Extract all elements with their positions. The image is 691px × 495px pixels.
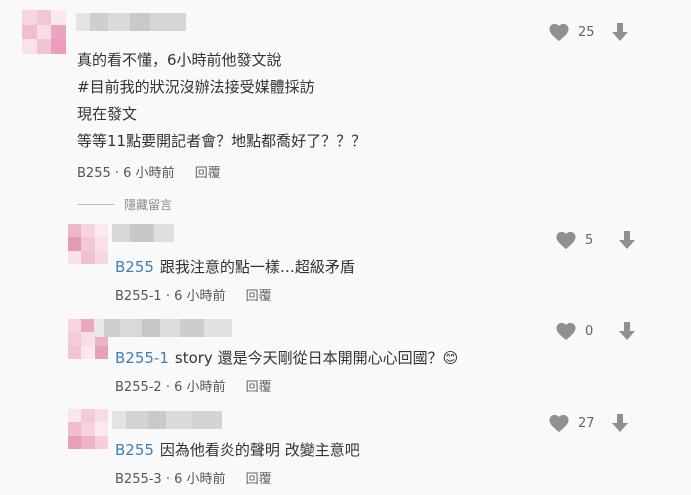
author-name-blurred[interactable] [94, 319, 232, 337]
reply-button[interactable]: 回覆 [246, 380, 272, 395]
avatar[interactable] [68, 409, 108, 449]
comment-time: 6 小時前 [123, 166, 175, 181]
comment-main: 真的看不懂，6小時前他發文說 #目前我的狀況沒辦法接受媒體採訪 現在發文 等等1… [0, 0, 691, 190]
thumb-down-arrow-icon[interactable] [617, 230, 637, 250]
reply-item: B255 因為他看炎的聲明 改變主意吧 B255-3 · 6 小時前 回覆 27 [0, 405, 691, 495]
divider-line [78, 204, 114, 205]
reply-text: B255-1 story 還是今天剛從日本開開心心回國？😊 [115, 349, 459, 367]
reply-meta: B255-3 · 6 小時前 回覆 [115, 472, 272, 487]
hide-replies-label: 隱藏留言 [124, 198, 173, 212]
heart-icon[interactable] [555, 321, 577, 341]
vote-controls: 5 [555, 230, 637, 250]
thumb-down-arrow-icon[interactable] [617, 321, 637, 341]
vote-controls: 27 [548, 413, 630, 433]
comment-line: 真的看不懂，6小時前他發文說 [77, 51, 282, 69]
avatar[interactable] [68, 224, 108, 264]
thumb-down-arrow-icon[interactable] [610, 22, 630, 42]
avatar[interactable] [22, 10, 66, 54]
mention-link[interactable]: B255 [115, 258, 154, 276]
thumb-down-arrow-icon[interactable] [610, 413, 630, 433]
reply-item: B255 跟我注意的點一樣…超級矛盾 B255-1 · 6 小時前 回覆 5 [0, 220, 691, 308]
comment-line: 等等11點要開記者會？地點都喬好了？？？ [77, 132, 367, 150]
comment-line: 現在發文 [77, 105, 138, 123]
vote-controls: 0 [555, 321, 637, 341]
author-name-blurred[interactable] [76, 13, 186, 31]
reply-button[interactable]: 回覆 [246, 472, 272, 487]
comment-line: #目前我的狀況沒辦法接受媒體採訪 [77, 78, 315, 96]
like-count: 0 [585, 323, 594, 339]
comment-meta: B255 · 6 小時前 回覆 [77, 166, 221, 181]
mention-link[interactable]: B255 [115, 441, 154, 459]
reply-button[interactable]: 回覆 [195, 166, 221, 181]
reply-time: 6 小時前 [174, 472, 226, 487]
like-count: 25 [578, 24, 595, 40]
reply-meta: B255-2 · 6 小時前 回覆 [115, 380, 272, 395]
reply-text: B255 跟我注意的點一樣…超級矛盾 [115, 258, 355, 276]
reply-time: 6 小時前 [174, 380, 226, 395]
reply-meta: B255-1 · 6 小時前 回覆 [115, 289, 272, 304]
comment-author[interactable]: B255 [77, 166, 111, 181]
reply-item: B255-1 story 還是今天剛從日本開開心心回國？😊 B255-2 · 6 … [0, 315, 691, 403]
author-name-blurred[interactable] [112, 411, 222, 429]
heart-icon[interactable] [548, 22, 570, 42]
hide-replies-toggle[interactable]: 隱藏留言 [78, 196, 172, 213]
heart-icon[interactable] [555, 230, 577, 250]
heart-icon[interactable] [548, 413, 570, 433]
reply-author[interactable]: B255-1 [115, 289, 162, 304]
author-name-blurred[interactable] [112, 224, 174, 242]
reply-time: 6 小時前 [174, 289, 226, 304]
like-count: 5 [585, 232, 594, 248]
reply-button[interactable]: 回覆 [246, 289, 272, 304]
reply-text: B255 因為他看炎的聲明 改變主意吧 [115, 441, 360, 459]
mention-link[interactable]: B255-1 [115, 349, 169, 367]
like-count: 27 [578, 415, 595, 431]
vote-controls: 25 [548, 22, 630, 42]
reply-author[interactable]: B255-3 [115, 472, 162, 487]
reply-author[interactable]: B255-2 [115, 380, 162, 395]
